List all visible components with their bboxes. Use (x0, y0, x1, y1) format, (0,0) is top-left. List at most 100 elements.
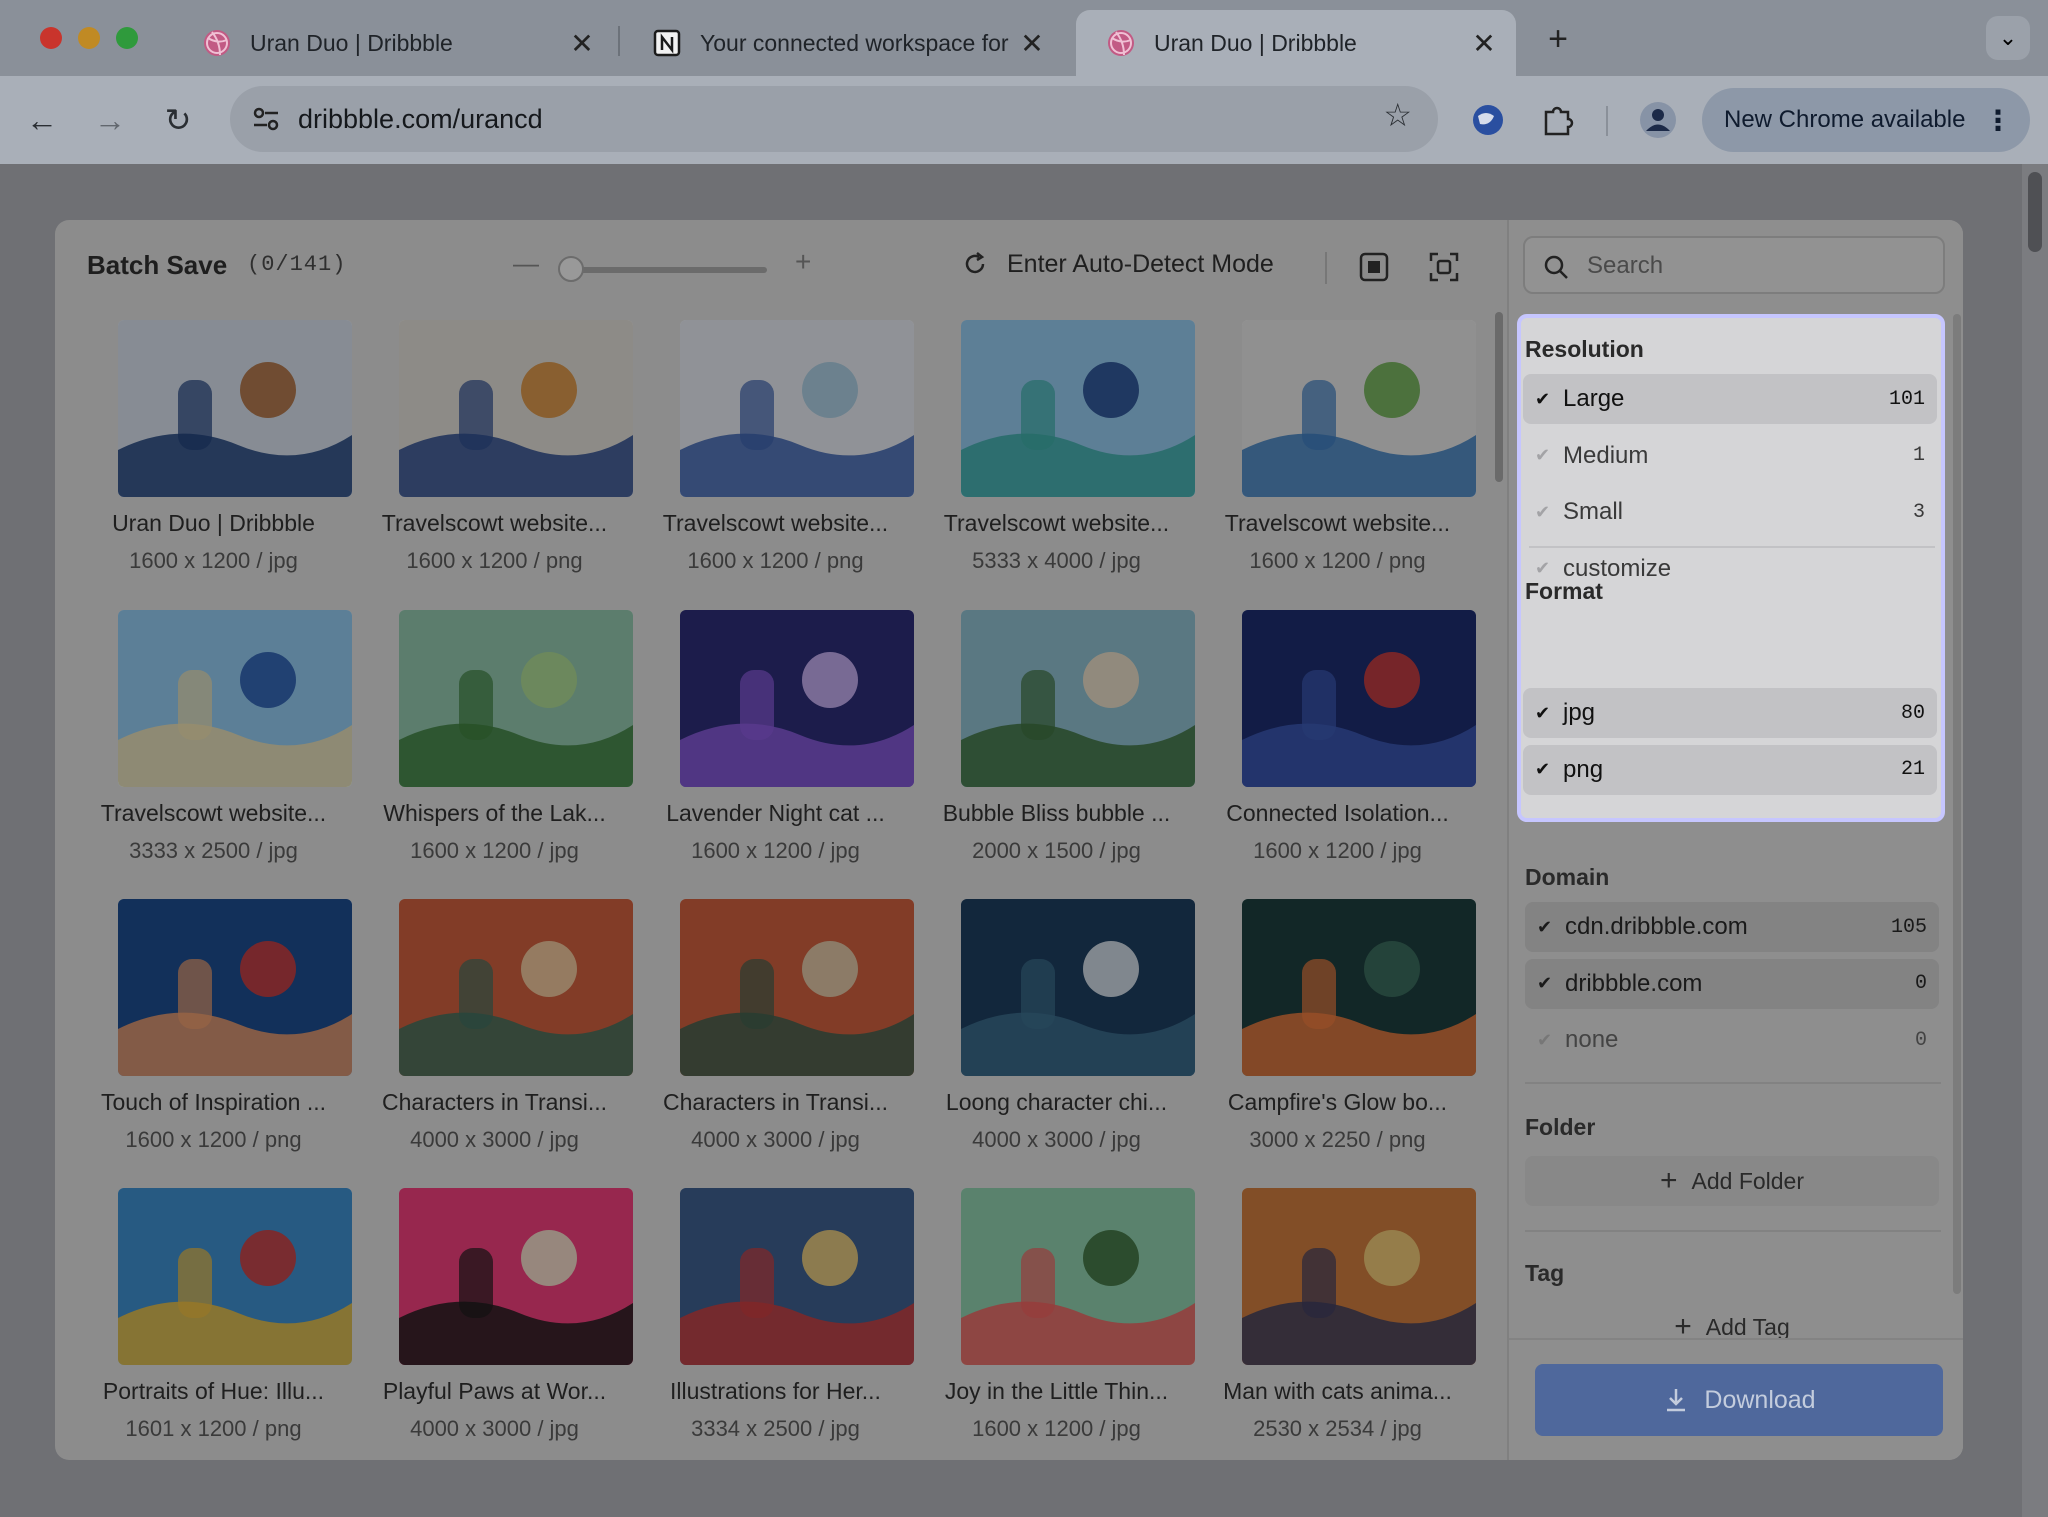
image-thumbnail[interactable] (961, 610, 1195, 787)
image-thumbnail[interactable] (118, 1188, 352, 1365)
image-thumbnail[interactable] (1242, 899, 1476, 1076)
image-title: Travelscowt website... (662, 510, 889, 536)
image-card[interactable]: Whispers of the Lak... 1600 x 1200 / jpg (354, 610, 635, 890)
image-card[interactable]: Travelscowt website... 1600 x 1200 / png (354, 320, 635, 600)
extensions-puzzle-icon[interactable] (1536, 98, 1580, 142)
filter-option[interactable]: ✔ none 0 (1525, 1015, 1939, 1065)
maximize-window-button[interactable] (116, 27, 138, 49)
illustration-image (961, 320, 1195, 497)
tab-close-icon[interactable]: ✕ (1464, 27, 1504, 60)
page-scrollbar-thumb[interactable] (2028, 172, 2042, 252)
new-chrome-available-button[interactable]: New Chrome available ⋮ (1702, 88, 2030, 152)
illustration-image (399, 1188, 633, 1365)
filter-option[interactable]: ✔ dribbble.com 0 (1525, 958, 1939, 1009)
image-thumbnail[interactable] (680, 899, 914, 1076)
add-folder-button[interactable]: + Add Folder (1525, 1156, 1939, 1206)
minimize-window-button[interactable] (78, 27, 100, 49)
image-title: Loong character chi... (945, 1089, 1168, 1115)
back-arrow-icon[interactable]: ← (18, 96, 66, 144)
image-card[interactable]: Uran Duo | Dribbble 1600 x 1200 / jpg (73, 320, 354, 600)
reload-icon[interactable]: ↻ (154, 96, 202, 144)
image-card[interactable]: Playful Paws at Wor... 4000 x 3000 / jpg (354, 1188, 635, 1460)
zoom-slider-handle[interactable] (558, 256, 584, 282)
extension-globe-icon[interactable] (1466, 98, 1510, 142)
illustration-image (1242, 899, 1476, 1076)
filter-sidebar: Resolution ✔Large101✔Medium1✔Small3✔cust… (1507, 220, 1963, 1460)
tab-search-chevron-icon[interactable]: ⌄ (1986, 16, 2030, 60)
region-capture-icon[interactable] (1427, 250, 1461, 284)
new-tab-button[interactable]: + (1538, 14, 1578, 64)
image-card[interactable]: Portraits of Hue: Illu... 1601 x 1200 / p… (73, 1188, 354, 1460)
filter-option[interactable]: ✔ Large 101 (1523, 374, 1937, 424)
filter-option[interactable]: ✔ png 21 (1523, 744, 1937, 795)
image-dimensions: 3333 x 2500 / jpg (129, 838, 298, 863)
image-thumbnail[interactable] (118, 320, 352, 497)
filter-option[interactable]: ✔ Medium 1 (1523, 431, 1937, 481)
image-thumbnail[interactable] (961, 899, 1195, 1076)
zoom-out-button[interactable]: — (513, 248, 539, 279)
image-card[interactable]: Characters in Transi... 4000 x 3000 / jpg (635, 899, 916, 1179)
image-thumbnail[interactable] (399, 610, 633, 787)
page-scrollbar[interactable] (2022, 164, 2048, 1517)
zoom-slider-track[interactable] (565, 267, 767, 273)
sidebar-scrollbar-thumb[interactable] (1953, 314, 1961, 1294)
image-title: Characters in Transi... (663, 1089, 888, 1115)
image-card[interactable]: Travelscowt website... 3333 x 2500 / jpg (73, 610, 354, 890)
option-count: 105 (1890, 915, 1927, 939)
image-thumbnail[interactable] (680, 320, 914, 497)
image-thumbnail[interactable] (961, 320, 1195, 497)
image-card[interactable]: Joy in the Little Thin... 1600 x 1200 / j… (916, 1188, 1197, 1460)
image-thumbnail[interactable] (680, 1188, 914, 1365)
image-card[interactable]: Illustrations for Her... 3334 x 2500 / jp… (635, 1188, 916, 1460)
filter-option[interactable]: ✔ cdn.dribbble.com 105 (1525, 902, 1939, 952)
filter-option[interactable]: ✔ Small 3 (1523, 487, 1937, 537)
profile-avatar-icon[interactable] (1636, 98, 1680, 142)
image-card[interactable]: Man with cats anima... 2530 x 2534 / jpg (1197, 1188, 1478, 1460)
auto-detect-mode-button[interactable]: Enter Auto-Detect Mode (961, 242, 1274, 286)
illustration-image (680, 1188, 914, 1365)
image-card[interactable]: Connected Isolation... 1600 x 1200 / jpg (1197, 610, 1478, 890)
forward-arrow-icon[interactable]: → (86, 96, 134, 144)
image-card[interactable]: Loong character chi... 4000 x 3000 / jpg (916, 899, 1197, 1179)
image-dimensions: 2530 x 2534 / jpg (1253, 1416, 1422, 1441)
image-thumbnail[interactable] (118, 899, 352, 1076)
image-card[interactable]: Characters in Transi... 4000 x 3000 / jpg (354, 899, 635, 1179)
tab-0[interactable]: Uran Duo | Dribbble ✕ (172, 10, 614, 76)
image-thumbnail[interactable] (1242, 1188, 1476, 1365)
image-dimensions: 1600 x 1200 / png (406, 548, 583, 573)
image-thumbnail[interactable] (118, 610, 352, 787)
close-window-button[interactable] (40, 27, 62, 49)
address-bar[interactable]: dribbble.com/urancd ☆ (230, 86, 1438, 152)
download-button[interactable]: Download (1535, 1364, 1943, 1436)
image-thumbnail[interactable] (399, 320, 633, 497)
tab-2-active[interactable]: Uran Duo | Dribbble ✕ (1076, 10, 1516, 76)
select-all-icon[interactable] (1357, 250, 1391, 284)
image-thumbnail[interactable] (680, 610, 914, 787)
bookmark-star-icon[interactable]: ☆ (1383, 96, 1412, 134)
url-text[interactable]: dribbble.com/urancd (298, 86, 543, 152)
image-thumbnail[interactable] (1242, 610, 1476, 787)
zoom-in-button[interactable]: + (795, 246, 811, 278)
image-thumbnail[interactable] (1242, 320, 1476, 497)
filter-option[interactable]: ✔ jpg 80 (1523, 688, 1937, 738)
tab-close-icon[interactable]: ✕ (1012, 27, 1052, 60)
image-card[interactable]: Travelscowt website... 1600 x 1200 / png (635, 320, 916, 600)
image-card[interactable]: Lavender Night cat ... 1600 x 1200 / jpg (635, 610, 916, 890)
grid-scrollbar-thumb[interactable] (1495, 312, 1503, 482)
illustration-image (118, 320, 352, 497)
chrome-menu-icon[interactable]: ⋮ (1984, 104, 2012, 137)
image-dimensions: 4000 x 3000 / jpg (410, 1127, 579, 1152)
image-card[interactable]: Campfire's Glow bo... 3000 x 2250 / png (1197, 899, 1478, 1179)
tab-close-icon[interactable]: ✕ (562, 27, 602, 60)
image-thumbnail[interactable] (399, 899, 633, 1076)
search-box[interactable] (1523, 236, 1945, 294)
image-card[interactable]: Touch of Inspiration ... 1600 x 1200 / pn… (73, 899, 354, 1179)
image-card[interactable]: Travelscowt website... 1600 x 1200 / png (1197, 320, 1478, 600)
image-thumbnail[interactable] (961, 1188, 1195, 1365)
image-card[interactable]: Bubble Bliss bubble ... 2000 x 1500 / jpg (916, 610, 1197, 890)
site-settings-icon[interactable] (246, 99, 286, 139)
image-thumbnail[interactable] (399, 1188, 633, 1365)
tab-1[interactable]: Your connected workspace for ✕ (622, 10, 1064, 76)
image-card[interactable]: Travelscowt website... 5333 x 4000 / jpg (916, 320, 1197, 600)
search-input[interactable] (1585, 246, 1929, 286)
